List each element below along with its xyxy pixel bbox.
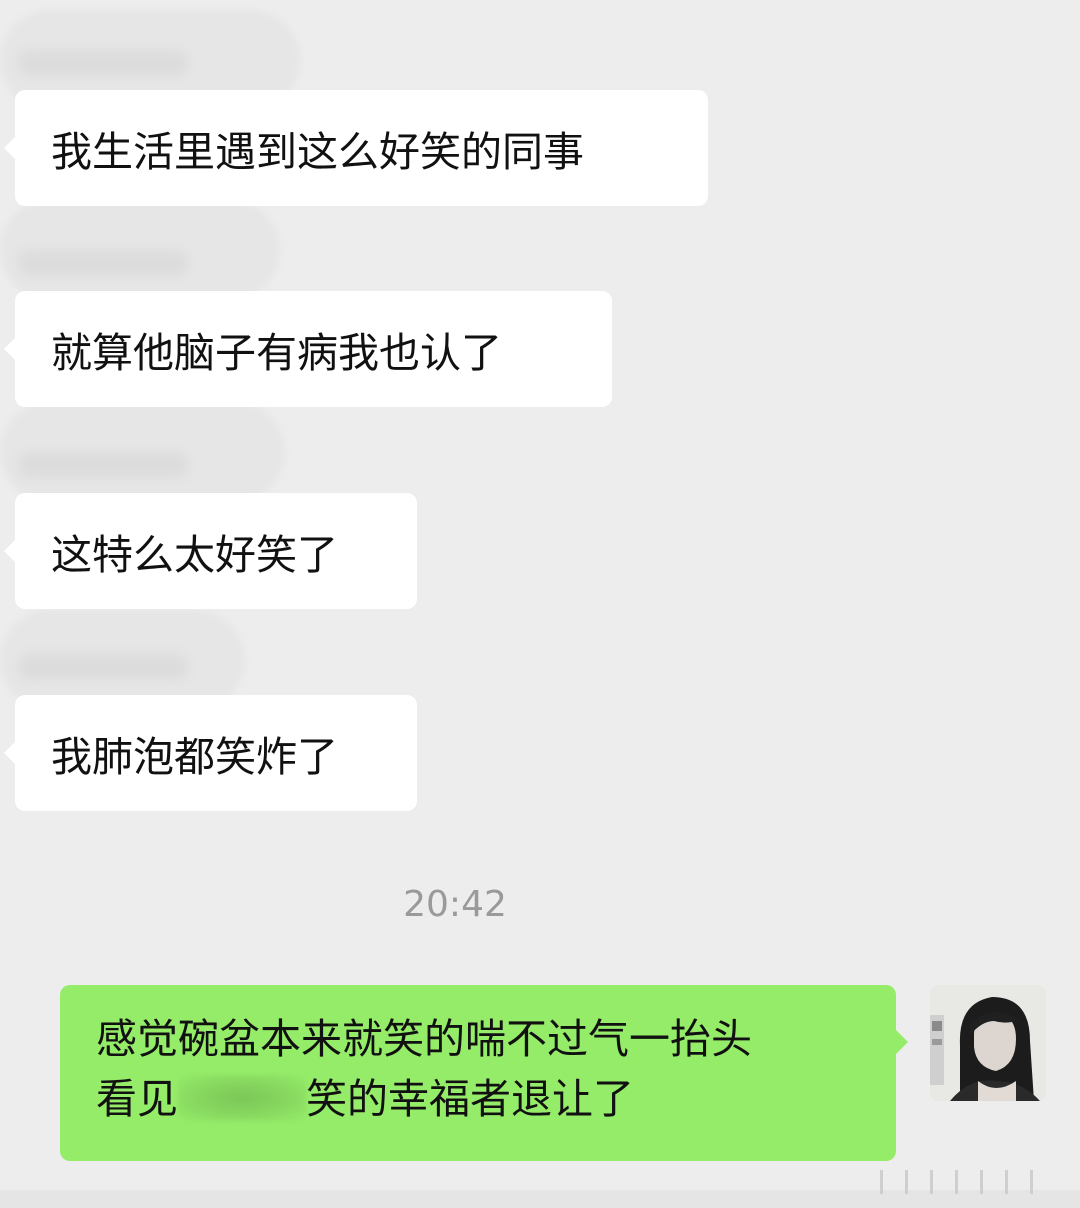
scroll-indicator-tick [980, 1170, 983, 1194]
scroll-indicator-tick [905, 1170, 908, 1194]
message-text: 这特么太好笑了 [51, 531, 338, 579]
message-text: 笑的幸福者退让了 [306, 1075, 634, 1123]
bottom-bar [0, 1190, 1080, 1208]
outgoing-message-bubble[interactable]: 感觉碗盆本来就笑的喘不过气一抬头 看见 笑的幸福者退让了 [60, 985, 908, 1161]
message-text-line: 看见 笑的幸福者退让了 [96, 1069, 860, 1129]
scroll-indicator-tick [930, 1170, 933, 1194]
scroll-indicator-tick [880, 1170, 883, 1194]
incoming-message-bubble[interactable]: 我生活里遇到这么好笑的同事 [4, 90, 708, 206]
chat-timestamp: 20:42 [403, 884, 507, 925]
scroll-indicator-tick [1030, 1170, 1033, 1194]
avatar-portrait-image [930, 985, 1046, 1101]
incoming-message-bubble[interactable]: 就算他脑子有病我也认了 [4, 291, 612, 407]
scroll-indicator-tick [1005, 1170, 1008, 1194]
message-text: 我生活里遇到这么好笑的同事 [51, 128, 584, 176]
message-text: 就算他脑子有病我也认了 [51, 329, 502, 377]
incoming-message-bubble[interactable]: 我肺泡都笑炸了 [4, 695, 417, 811]
sender-name-redacted [18, 50, 188, 76]
sender-name-redacted [18, 452, 188, 478]
message-text: 看见 [96, 1075, 178, 1123]
incoming-message-bubble[interactable]: 这特么太好笑了 [4, 493, 417, 609]
sender-name-redacted [18, 654, 188, 680]
user-avatar[interactable] [930, 985, 1046, 1101]
message-text: 我肺泡都笑炸了 [51, 733, 338, 781]
sender-name-redacted [18, 250, 188, 276]
message-text-line: 感觉碗盆本来就笑的喘不过气一抬头 [96, 1015, 752, 1063]
redaction-smudge [178, 1075, 306, 1121]
scroll-indicator-tick [955, 1170, 958, 1194]
